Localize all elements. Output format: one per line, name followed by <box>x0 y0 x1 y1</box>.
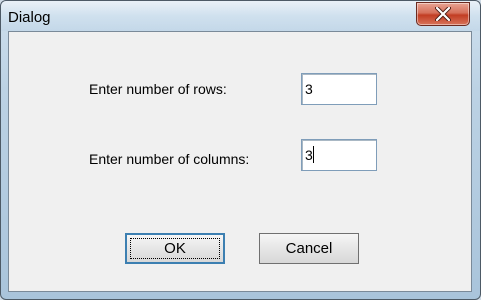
focus-rectangle <box>130 238 220 259</box>
dialog-client-area: Enter number of rows: Enter number of co… <box>8 31 472 292</box>
close-x-icon <box>435 7 451 21</box>
window-title: Dialog <box>8 9 51 26</box>
rows-label: Enter number of rows: <box>89 81 227 97</box>
rows-input[interactable] <box>301 73 377 105</box>
cancel-button[interactable]: Cancel <box>259 233 359 264</box>
title-bar[interactable]: Dialog <box>1 1 480 31</box>
dialog-window: Dialog Enter number of rows: Enter numbe… <box>0 0 481 300</box>
columns-label: Enter number of columns: <box>89 151 250 167</box>
ok-button[interactable]: OK <box>125 233 225 264</box>
cancel-button-label: Cancel <box>285 240 333 257</box>
close-button[interactable] <box>416 2 470 26</box>
text-caret <box>313 146 314 163</box>
